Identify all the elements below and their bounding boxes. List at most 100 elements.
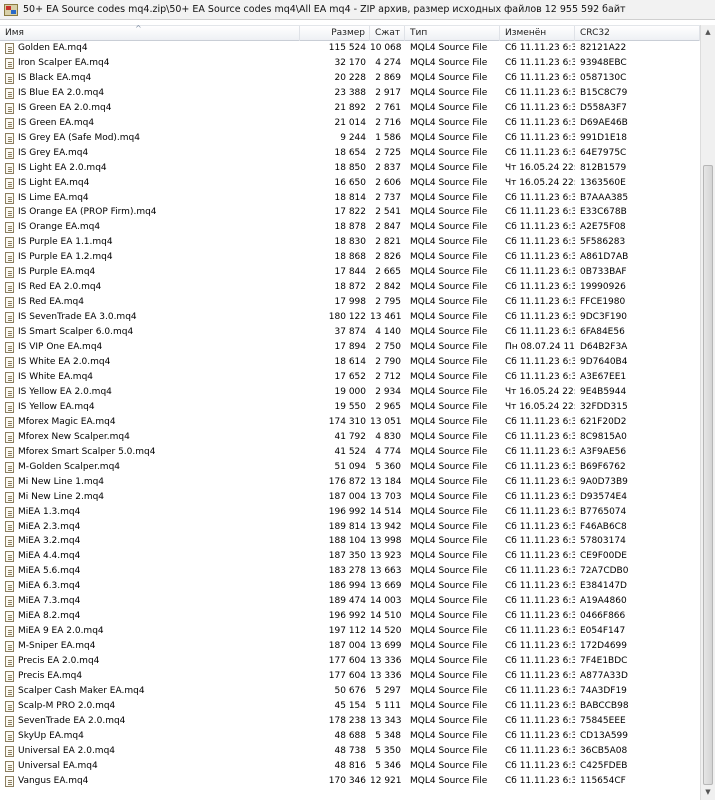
file-size: 170 346 bbox=[328, 775, 366, 786]
file-row[interactable]: IS White EA 2.0.mq4 18 614 2 790 MQL4 Sourc… bbox=[0, 355, 700, 370]
file-packed-size: 2 837 bbox=[375, 162, 401, 173]
file-row[interactable]: IS Orange EA.mq4 18 878 2 847 MQL4 Source F… bbox=[0, 220, 700, 235]
file-packed-size: 14 520 bbox=[370, 626, 402, 637]
file-row[interactable]: IS Red EA.mq4 17 998 2 795 MQL4 Source File… bbox=[0, 295, 700, 310]
file-row[interactable]: IS Purple EA 1.2.mq4 18 868 2 826 MQL4 Sour… bbox=[0, 250, 700, 265]
file-row[interactable]: IS Black EA.mq4 20 228 2 869 MQL4 Source Fi… bbox=[0, 71, 700, 86]
file-crc32: D69AE46B bbox=[580, 117, 628, 128]
file-name: Precis EA.mq4 bbox=[18, 671, 83, 682]
file-modified: Сб 11.11.23 6:39 bbox=[505, 626, 575, 637]
file-packed-size: 13 663 bbox=[370, 566, 402, 577]
document-file-icon bbox=[5, 461, 14, 473]
file-row[interactable]: IS VIP One EA.mq4 17 894 2 750 MQL4 Source … bbox=[0, 340, 700, 355]
file-packed-size: 13 336 bbox=[370, 656, 402, 667]
file-modified: Сб 11.11.23 6:39 bbox=[505, 506, 575, 517]
scrollbar-thumb[interactable] bbox=[703, 165, 713, 785]
file-row[interactable]: IS Lime EA.mq4 18 814 2 737 MQL4 Source Fil… bbox=[0, 191, 700, 206]
file-row[interactable]: Iron Scalper EA.mq4 32 170 4 274 MQL4 Sourc… bbox=[0, 56, 700, 71]
file-name: IS Smart Scalper 6.0.mq4 bbox=[18, 327, 134, 338]
file-row[interactable]: Scalp-M PRO 2.0.mq4 45 154 5 111 MQL4 Sourc… bbox=[0, 699, 700, 714]
file-row[interactable]: MiEA 1.3.mq4 196 992 14 514 MQL4 Source Fil… bbox=[0, 505, 700, 520]
file-row[interactable]: IS Light EA 2.0.mq4 18 850 2 837 MQL4 Sourc… bbox=[0, 161, 700, 176]
file-row[interactable]: MiEA 7.3.mq4 189 474 14 003 MQL4 Source Fil… bbox=[0, 594, 700, 609]
file-row[interactable]: M-Golden Scalper.mq4 51 094 5 360 MQL4 Sour… bbox=[0, 460, 700, 475]
scroll-up-icon[interactable]: ▲ bbox=[701, 25, 715, 40]
file-crc32: B69F6762 bbox=[580, 461, 626, 472]
file-type: MQL4 Source File bbox=[410, 371, 488, 382]
file-row[interactable]: Universal EA.mq4 48 816 5 346 MQL4 Source F… bbox=[0, 759, 700, 774]
file-type: MQL4 Source File bbox=[410, 760, 488, 771]
vertical-scrollbar[interactable]: ▲ ▼ bbox=[700, 25, 715, 800]
file-row[interactable]: IS Orange EA (PROP Firm).mq4 17 822 2 541 M… bbox=[0, 205, 700, 220]
file-row[interactable]: Mi New Line 2.mq4 187 004 13 703 MQL4 Sourc… bbox=[0, 490, 700, 505]
file-size: 51 094 bbox=[334, 461, 367, 472]
file-row[interactable]: Golden EA.mq4 115 524 10 068 MQL4 Source Fi… bbox=[0, 41, 700, 56]
file-row[interactable]: IS Light EA.mq4 16 650 2 606 MQL4 Source Fi… bbox=[0, 176, 700, 191]
file-size: 18 614 bbox=[334, 357, 367, 368]
scroll-down-icon[interactable]: ▼ bbox=[701, 785, 715, 800]
file-row[interactable]: IS Yellow EA 2.0.mq4 19 000 2 934 MQL4 Sour… bbox=[0, 385, 700, 400]
file-crc32: 621F20D2 bbox=[580, 416, 627, 427]
column-header-type[interactable]: Тип bbox=[405, 26, 500, 41]
file-row[interactable]: MiEA 5.6.mq4 183 278 13 663 MQL4 Source Fil… bbox=[0, 564, 700, 579]
file-packed-size: 2 750 bbox=[375, 342, 401, 353]
file-row[interactable]: Universal EA 2.0.mq4 48 738 5 350 MQL4 Sour… bbox=[0, 744, 700, 759]
file-row[interactable]: Mforex Magic EA.mq4 174 310 13 051 MQL4 Sou… bbox=[0, 415, 700, 430]
file-crc32: FFCE1980 bbox=[580, 297, 626, 308]
file-row[interactable]: Scalper Cash Maker EA.mq4 50 676 5 297 MQL4… bbox=[0, 684, 700, 699]
file-row[interactable]: Mforex New Scalper.mq4 41 792 4 830 MQL4 So… bbox=[0, 430, 700, 445]
file-row[interactable]: IS Blue EA 2.0.mq4 23 388 2 917 MQL4 Source… bbox=[0, 86, 700, 101]
file-row[interactable]: SkyUp EA.mq4 48 688 5 348 MQL4 Source File С… bbox=[0, 729, 700, 744]
file-row[interactable]: IS SevenTrade EA 3.0.mq4 180 122 13 461 MQL… bbox=[0, 310, 700, 325]
column-header-crc[interactable]: CRC32 bbox=[575, 26, 700, 41]
file-row[interactable]: IS Purple EA 1.1.mq4 18 830 2 821 MQL4 Sour… bbox=[0, 235, 700, 250]
file-row[interactable]: MiEA 8.2.mq4 196 992 14 510 MQL4 Source Fil… bbox=[0, 609, 700, 624]
file-row[interactable]: IS Grey EA.mq4 18 654 2 725 MQL4 Source Fil… bbox=[0, 146, 700, 161]
title-bar: 50+ EA Source codes mq4.zip\50+ EA Sourc… bbox=[0, 0, 715, 20]
file-size: 178 238 bbox=[328, 715, 366, 726]
file-size: 189 814 bbox=[328, 521, 366, 532]
file-row[interactable]: IS Red EA 2.0.mq4 18 872 2 842 MQL4 Source … bbox=[0, 280, 700, 295]
document-file-icon bbox=[5, 536, 14, 548]
file-row[interactable]: MiEA 9 EA 2.0.mq4 197 112 14 520 MQL4 Sourc… bbox=[0, 624, 700, 639]
file-row[interactable]: IS Smart Scalper 6.0.mq4 37 874 4 140 MQL4 … bbox=[0, 325, 700, 340]
file-row[interactable]: IS Green EA 2.0.mq4 21 892 2 761 MQL4 Sourc… bbox=[0, 101, 700, 116]
file-crc32: B15C8C79 bbox=[580, 87, 628, 98]
file-size: 17 844 bbox=[334, 267, 367, 278]
document-file-icon bbox=[5, 656, 14, 668]
file-row[interactable]: Mforex Smart Scalper 5.0.mq4 41 524 4 774 M… bbox=[0, 445, 700, 460]
file-row[interactable]: IS Purple EA.mq4 17 844 2 665 MQL4 Source F… bbox=[0, 265, 700, 280]
file-row[interactable]: IS White EA.mq4 17 652 2 712 MQL4 Source Fi… bbox=[0, 370, 700, 385]
file-row[interactable]: M-Sniper EA.mq4 187 004 13 699 MQL4 Source … bbox=[0, 639, 700, 654]
column-header-size[interactable]: Размер bbox=[300, 26, 370, 41]
file-name: MiEA 3.2.mq4 bbox=[18, 536, 81, 547]
file-crc32: 74A3DF19 bbox=[580, 685, 627, 696]
file-row[interactable]: Precis EA 2.0.mq4 177 604 13 336 MQL4 Sourc… bbox=[0, 654, 700, 669]
file-crc32: A3F9AE56 bbox=[580, 446, 627, 457]
file-modified: Сб 11.11.23 6:39 bbox=[505, 282, 575, 293]
document-file-icon bbox=[5, 42, 14, 54]
file-size: 177 604 bbox=[328, 671, 366, 682]
file-type: MQL4 Source File bbox=[410, 312, 488, 323]
file-size: 196 992 bbox=[328, 506, 366, 517]
file-name: IS Red EA.mq4 bbox=[18, 297, 84, 308]
file-row[interactable]: MiEA 3.2.mq4 188 104 13 998 MQL4 Source Fil… bbox=[0, 534, 700, 549]
column-header-name[interactable]: Имя ^ bbox=[0, 24, 300, 41]
file-name-cell: Precis EA 2.0.mq4 bbox=[0, 654, 300, 669]
file-row[interactable]: Vangus EA.mq4 170 346 12 921 MQL4 Source Fi… bbox=[0, 774, 700, 789]
file-row[interactable]: IS Yellow EA.mq4 19 550 2 965 MQL4 Source F… bbox=[0, 400, 700, 415]
file-row[interactable]: IS Grey EA (Safe Mod).mq4 9 244 1 586 MQL4 … bbox=[0, 131, 700, 146]
file-row[interactable]: Precis EA.mq4 177 604 13 336 MQL4 Source Fi… bbox=[0, 669, 700, 684]
column-header-packed[interactable]: Сжат bbox=[370, 26, 405, 41]
column-header-modified[interactable]: Изменён bbox=[500, 26, 575, 41]
file-row[interactable]: MiEA 4.4.mq4 187 350 13 923 MQL4 Source Fil… bbox=[0, 549, 700, 564]
file-row[interactable]: Mi New Line 1.mq4 176 872 13 184 MQL4 Sourc… bbox=[0, 475, 700, 490]
file-row[interactable]: MiEA 6.3.mq4 186 994 13 669 MQL4 Source Fil… bbox=[0, 579, 700, 594]
file-row[interactable]: MiEA 2.3.mq4 189 814 13 942 MQL4 Source Fil… bbox=[0, 520, 700, 535]
file-crc32: A3E67EE1 bbox=[580, 371, 627, 382]
file-type: MQL4 Source File bbox=[410, 596, 488, 607]
file-modified: Сб 11.11.23 6:39 bbox=[505, 745, 575, 756]
file-row[interactable]: SevenTrade EA 2.0.mq4 178 238 13 343 MQL4 S… bbox=[0, 714, 700, 729]
file-type: MQL4 Source File bbox=[410, 342, 488, 353]
file-row[interactable]: IS Green EA.mq4 21 014 2 716 MQL4 Source Fi… bbox=[0, 116, 700, 131]
